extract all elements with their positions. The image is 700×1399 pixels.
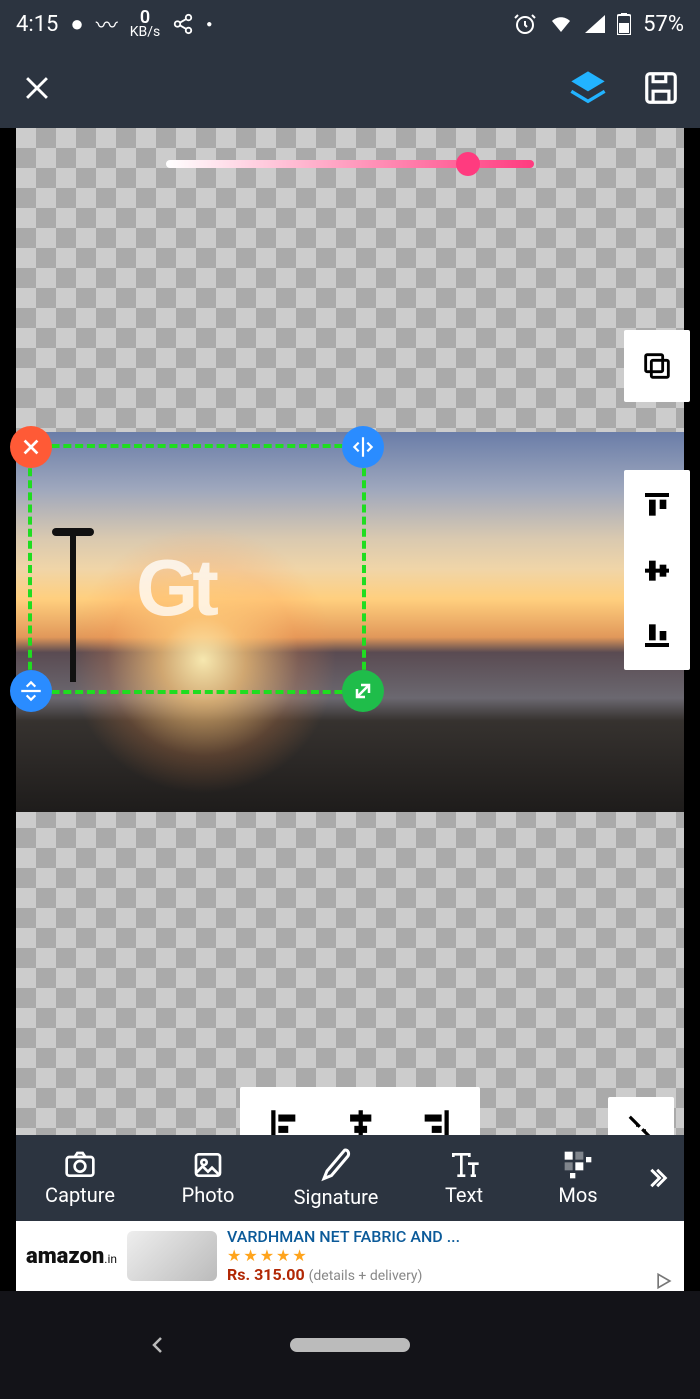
toolbar-mosaic[interactable]: Mos bbox=[528, 1149, 628, 1207]
battery-percent: 57% bbox=[643, 12, 684, 37]
bottom-toolbar: Capture Photo Signature Text Mos bbox=[16, 1135, 684, 1221]
align-top-button[interactable] bbox=[633, 482, 681, 529]
close-button[interactable] bbox=[20, 71, 54, 105]
ad-rating: ★★★★★ bbox=[227, 1246, 460, 1265]
layers-button[interactable] bbox=[568, 68, 608, 108]
adchoices-icon[interactable] bbox=[654, 1271, 674, 1291]
toolbar-more[interactable] bbox=[628, 1164, 684, 1192]
copy-panel bbox=[624, 330, 690, 402]
toolbar-photo[interactable]: Photo bbox=[144, 1149, 272, 1207]
nav-back[interactable] bbox=[146, 1333, 170, 1357]
notification-dot-icon: ● bbox=[70, 11, 83, 37]
align-bottom-button[interactable] bbox=[633, 611, 681, 658]
resize-handle[interactable] bbox=[342, 670, 384, 712]
status-time: 4:15 bbox=[16, 12, 58, 37]
ad-brand: amazon.in bbox=[26, 1244, 117, 1269]
mustache-icon: 〰 bbox=[96, 8, 118, 40]
align-vcenter-button[interactable] bbox=[633, 547, 681, 594]
ad-text: VARDHMAN NET FABRIC AND ... ★★★★★ Rs. 31… bbox=[227, 1227, 460, 1285]
signal-icon bbox=[585, 15, 605, 33]
toolbar-signature[interactable]: Signature bbox=[272, 1147, 400, 1209]
ad-title: VARDHMAN NET FABRIC AND ... bbox=[227, 1227, 460, 1246]
vertical-align-panel bbox=[624, 470, 690, 670]
slider-thumb[interactable] bbox=[456, 152, 480, 176]
copy-button[interactable] bbox=[633, 342, 681, 390]
app-header bbox=[0, 48, 700, 128]
ad-banner[interactable]: amazon.in VARDHMAN NET FABRIC AND ... ★★… bbox=[16, 1221, 684, 1291]
ad-details: (details + delivery) bbox=[309, 1268, 423, 1284]
delete-handle[interactable] bbox=[10, 426, 52, 468]
toolbar-capture[interactable]: Capture bbox=[16, 1149, 144, 1207]
system-nav-bar bbox=[0, 1291, 700, 1399]
ad-product-image bbox=[127, 1231, 217, 1281]
save-button[interactable] bbox=[642, 69, 680, 107]
photo-layer[interactable]: Gt bbox=[16, 432, 684, 812]
data-rate-indicator: 0 KB/s bbox=[130, 10, 161, 39]
wifi-icon bbox=[549, 14, 573, 34]
flip-vertical-handle[interactable] bbox=[10, 670, 52, 712]
status-bar: 4:15 ● 〰 0 KB/s ● 57% bbox=[0, 0, 700, 48]
battery-icon bbox=[617, 13, 631, 35]
nav-home[interactable] bbox=[290, 1338, 410, 1352]
ad-price: Rs. 315.00 bbox=[227, 1265, 305, 1284]
selection-box[interactable] bbox=[28, 444, 366, 694]
alarm-icon bbox=[513, 12, 537, 36]
share-icon bbox=[172, 13, 194, 35]
opacity-slider[interactable] bbox=[166, 160, 534, 168]
dot-icon: ● bbox=[206, 19, 212, 30]
toolbar-text[interactable]: Text bbox=[400, 1149, 528, 1207]
flip-horizontal-handle[interactable] bbox=[342, 426, 384, 468]
